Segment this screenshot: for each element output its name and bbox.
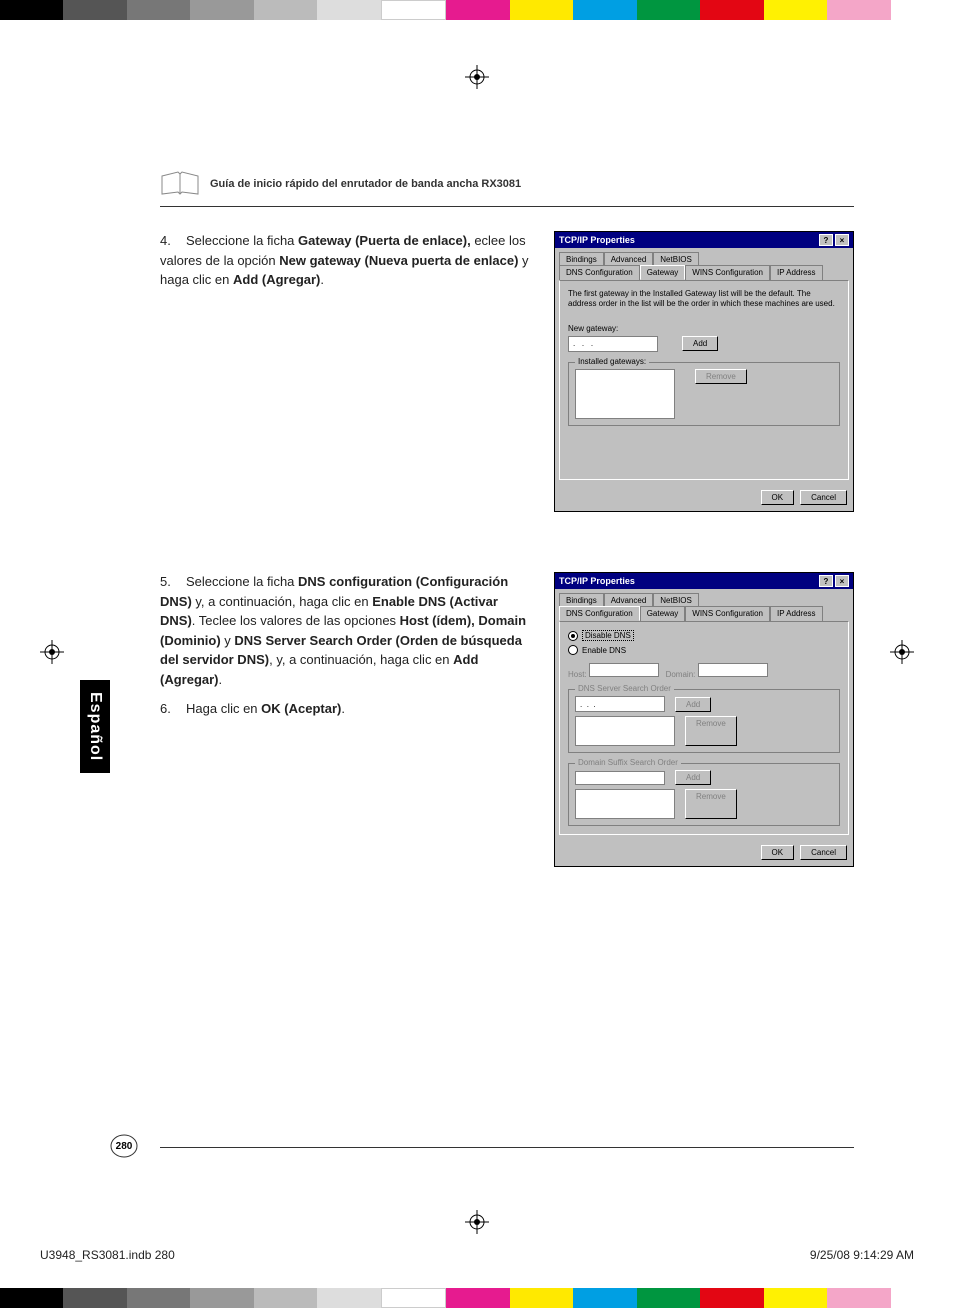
tab-gateway[interactable]: Gateway [640, 606, 686, 621]
dialog-titlebar: TCP/IP Properties ? × [555, 232, 853, 248]
page-number: 280 [110, 1132, 138, 1160]
tab-bindings[interactable]: Bindings [559, 593, 604, 607]
tab-ip-address[interactable]: IP Address [770, 606, 823, 621]
cancel-button[interactable]: Cancel [800, 845, 847, 860]
header-title: Guía de inicio rápido del enrutador de b… [210, 178, 521, 190]
tab-netbios[interactable]: NetBIOS [653, 252, 699, 266]
domain-input[interactable] [698, 663, 768, 677]
close-button[interactable]: × [835, 575, 849, 587]
disable-dns-radio[interactable] [568, 631, 578, 641]
host-label: Host: [568, 670, 587, 679]
print-footer: U3948_RS3081.indb 280 9/25/08 9:14:29 AM [40, 1248, 914, 1262]
add-button[interactable]: Add [675, 697, 711, 712]
add-button[interactable]: Add [675, 770, 711, 785]
cancel-button[interactable]: Cancel [800, 490, 847, 505]
registration-mark-icon [465, 65, 489, 89]
installed-gateways-label: Installed gateways: [575, 357, 649, 366]
ok-button[interactable]: OK [761, 845, 795, 860]
footer-filename: U3948_RS3081.indb 280 [40, 1248, 175, 1262]
language-tab: Español [80, 680, 110, 773]
tab-advanced[interactable]: Advanced [604, 593, 654, 607]
help-button[interactable]: ? [819, 575, 833, 587]
tcpip-gateway-dialog: TCP/IP Properties ? × Bindings Advanced … [554, 231, 854, 512]
registration-mark-icon [890, 640, 914, 664]
dns-ip-input[interactable]: . . . [575, 696, 665, 712]
tab-dns-config[interactable]: DNS Configuration [559, 606, 640, 621]
dns-server-list[interactable] [575, 716, 675, 746]
dialog-info-text: The first gateway in the Installed Gatew… [568, 289, 840, 310]
step-5-text: 5.Seleccione la ficha DNS configuration … [160, 572, 534, 689]
host-input[interactable] [589, 663, 659, 677]
new-gateway-label: New gateway: [568, 324, 840, 333]
remove-button[interactable]: Remove [685, 716, 737, 746]
tab-wins-config[interactable]: WINS Configuration [685, 265, 770, 280]
tab-ip-address[interactable]: IP Address [770, 265, 823, 280]
close-button[interactable]: × [835, 234, 849, 246]
suffix-input[interactable] [575, 771, 665, 785]
domain-label: Domain: [666, 670, 696, 679]
dialog-titlebar: TCP/IP Properties ? × [555, 573, 853, 589]
dns-search-order-label: DNS Server Search Order [575, 684, 674, 693]
dialog-title: TCP/IP Properties [559, 576, 635, 586]
new-gateway-input[interactable]: . . . [568, 336, 658, 352]
installed-gateways-list[interactable] [575, 369, 675, 419]
ok-button[interactable]: OK [761, 490, 795, 505]
dialog-title: TCP/IP Properties [559, 235, 635, 245]
printer-color-bar-top [0, 0, 954, 20]
tab-gateway[interactable]: Gateway [640, 265, 686, 280]
tab-bindings[interactable]: Bindings [559, 252, 604, 266]
tab-netbios[interactable]: NetBIOS [653, 593, 699, 607]
enable-dns-label: Enable DNS [582, 646, 626, 655]
footer-divider [160, 1147, 854, 1148]
disable-dns-label: Disable DNS [582, 630, 634, 641]
add-button[interactable]: Add [682, 336, 718, 351]
tab-dns-config[interactable]: DNS Configuration [559, 265, 640, 280]
step-4-text: 4.Seleccione la ficha Gateway (Puerta de… [160, 231, 554, 512]
tab-advanced[interactable]: Advanced [604, 252, 654, 266]
manual-icon [160, 170, 200, 198]
help-button[interactable]: ? [819, 234, 833, 246]
suffix-list[interactable] [575, 789, 675, 819]
enable-dns-radio[interactable] [568, 645, 578, 655]
tcpip-dns-dialog: TCP/IP Properties ? × Bindings Advanced … [554, 572, 854, 867]
tab-wins-config[interactable]: WINS Configuration [685, 606, 770, 621]
header-divider [160, 206, 854, 207]
footer-timestamp: 9/25/08 9:14:29 AM [810, 1248, 914, 1262]
registration-mark-icon [40, 640, 64, 664]
remove-button[interactable]: Remove [685, 789, 737, 819]
step-6-text: 6.Haga clic en OK (Aceptar). [160, 699, 534, 719]
remove-button[interactable]: Remove [695, 369, 747, 384]
domain-suffix-label: Domain Suffix Search Order [575, 758, 681, 767]
printer-color-bar-bottom [0, 1288, 954, 1308]
registration-mark-icon [465, 1210, 489, 1234]
